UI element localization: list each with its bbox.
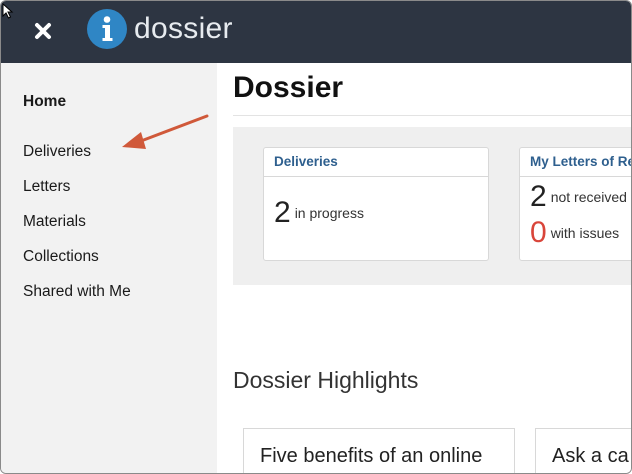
card-title[interactable]: My Letters of Re <box>520 148 631 177</box>
stat-label: with issues <box>550 225 620 241</box>
sidebar: Home Deliveries Letters Materials Collec… <box>1 63 217 473</box>
sidebar-item-letters[interactable]: Letters <box>23 178 70 196</box>
stat-with-issues: 0 with issues <box>530 216 619 250</box>
app-window: dossier Home Deliveries Letters Material… <box>0 0 632 474</box>
summary-panel: Deliveries 2 in progress My Letters of Re… <box>233 127 631 285</box>
mouse-cursor-icon <box>2 3 14 19</box>
info-logo-icon <box>87 9 127 49</box>
highlight-title[interactable]: Ask a ca <box>552 445 629 468</box>
highlights-title: Dossier Highlights <box>233 367 419 393</box>
stat-value: 0 <box>530 216 547 249</box>
sidebar-item-collections[interactable]: Collections <box>23 248 99 266</box>
top-bar: dossier <box>1 1 631 63</box>
deliveries-card[interactable]: Deliveries 2 in progress <box>263 147 489 261</box>
brand-name: dossier <box>134 12 233 45</box>
stat-not-received: 2 not received <box>530 180 627 214</box>
sidebar-item-deliveries[interactable]: Deliveries <box>23 143 91 161</box>
page-title: Dossier <box>233 71 344 104</box>
close-button[interactable] <box>29 17 57 45</box>
stat-label: not received <box>550 189 627 205</box>
sidebar-item-home[interactable]: Home <box>23 93 66 111</box>
letters-card[interactable]: My Letters of Re 2 not received 0 with iss… <box>519 147 631 261</box>
stat-label: in progress <box>294 205 364 221</box>
highlight-card[interactable]: Five benefits of an online <box>243 428 515 473</box>
highlight-title[interactable]: Five benefits of an online <box>260 445 482 468</box>
card-title[interactable]: Deliveries <box>264 148 488 177</box>
stat-value: 2 <box>530 180 547 213</box>
sidebar-item-materials[interactable]: Materials <box>23 213 86 231</box>
sidebar-item-shared-with-me[interactable]: Shared with Me <box>23 283 131 301</box>
highlight-card[interactable]: Ask a ca <box>535 428 631 473</box>
divider <box>233 115 631 116</box>
stat-in-progress: 2 in progress <box>274 196 364 230</box>
close-x-icon <box>35 23 51 39</box>
stat-value: 2 <box>274 196 291 229</box>
